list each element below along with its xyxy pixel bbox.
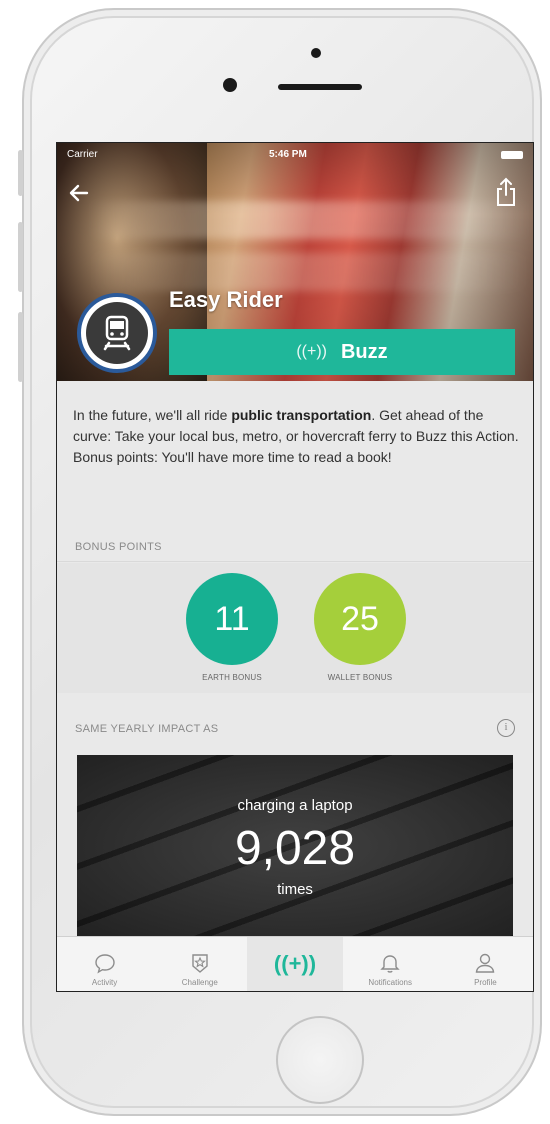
tab-label: Notifications	[368, 978, 412, 987]
earth-bonus[interactable]: 11 EARTH BONUS	[185, 573, 279, 682]
earth-bonus-label: EARTH BONUS	[202, 673, 262, 682]
tab-label: Profile	[474, 978, 497, 987]
earth-bonus-value: 11	[214, 599, 250, 638]
earpiece-speaker	[278, 84, 362, 90]
badge-icon	[192, 954, 208, 973]
wallet-bonus[interactable]: 25 WALLET BONUS	[313, 573, 407, 682]
action-badge	[77, 293, 157, 373]
bonus-points-section: 11 EARTH BONUS 25 WALLET BONUS	[57, 563, 533, 693]
train-blur-stripe	[87, 253, 533, 291]
tab-profile[interactable]: Profile	[438, 937, 533, 991]
action-title: Easy Rider	[169, 287, 283, 312]
buzz-icon: ((+))	[296, 343, 327, 360]
buzz-label: Buzz	[340, 340, 388, 363]
status-time: 5:46 PM	[269, 149, 307, 160]
person-icon	[476, 953, 495, 973]
action-header-image: Carrier 5:46 PM Easy Rider ((+)) Buzz	[57, 143, 533, 381]
bonus-points-label: BONUS POINTS	[75, 541, 162, 553]
impact-label: SAME YEARLY IMPACT AS	[75, 723, 219, 735]
volume-up-button	[18, 222, 23, 292]
battery-icon	[501, 151, 523, 159]
front-sensor	[311, 48, 321, 58]
impact-post-text: times	[277, 881, 313, 898]
status-bar: Carrier 5:46 PM	[57, 143, 533, 165]
impact-value: 9,028	[234, 822, 356, 875]
tab-challenge[interactable]: Challenge	[152, 937, 247, 991]
app-screen: Carrier 5:46 PM Easy Rider ((+)) Buzz In…	[56, 142, 534, 992]
home-button[interactable]	[276, 1016, 364, 1104]
wallet-bonus-label: WALLET BONUS	[327, 673, 393, 682]
tab-label: Challenge	[181, 978, 218, 987]
info-icon[interactable]: i	[497, 719, 515, 737]
impact-pre-text: charging a laptop	[237, 797, 353, 814]
tab-notifications[interactable]: Notifications	[343, 937, 438, 991]
tab-activity[interactable]: Activity	[57, 937, 152, 991]
earth-bonus-circle: 11	[186, 573, 278, 665]
volume-down-button	[18, 312, 23, 382]
tab-bar: Activity Challenge ((+)) Notifications P	[57, 936, 533, 991]
buzz-button[interactable]: ((+)) Buzz	[169, 329, 515, 375]
train-blur-stripe	[87, 201, 533, 239]
chat-bubble-icon	[94, 954, 115, 974]
mute-switch	[18, 150, 23, 196]
action-description: In the future, we'll all ride public tra…	[73, 405, 523, 468]
divider	[57, 561, 533, 562]
description-text: In the future, we'll all ride	[73, 407, 232, 423]
back-arrow-icon[interactable]	[67, 181, 91, 205]
front-camera	[223, 78, 237, 92]
buzz-icon: ((+))	[273, 951, 317, 976]
impact-card: charging a laptop 9,028 times	[77, 755, 513, 937]
share-icon[interactable]	[495, 177, 517, 207]
tab-buzz[interactable]: ((+))	[247, 937, 343, 991]
wallet-bonus-circle: 25	[314, 573, 406, 665]
bell-icon	[380, 955, 400, 973]
wallet-bonus-value: 25	[341, 599, 379, 638]
description-bold: public transportation	[231, 407, 372, 423]
tab-label: Activity	[91, 978, 118, 987]
carrier-label: Carrier	[67, 149, 98, 160]
train-icon	[103, 315, 131, 351]
